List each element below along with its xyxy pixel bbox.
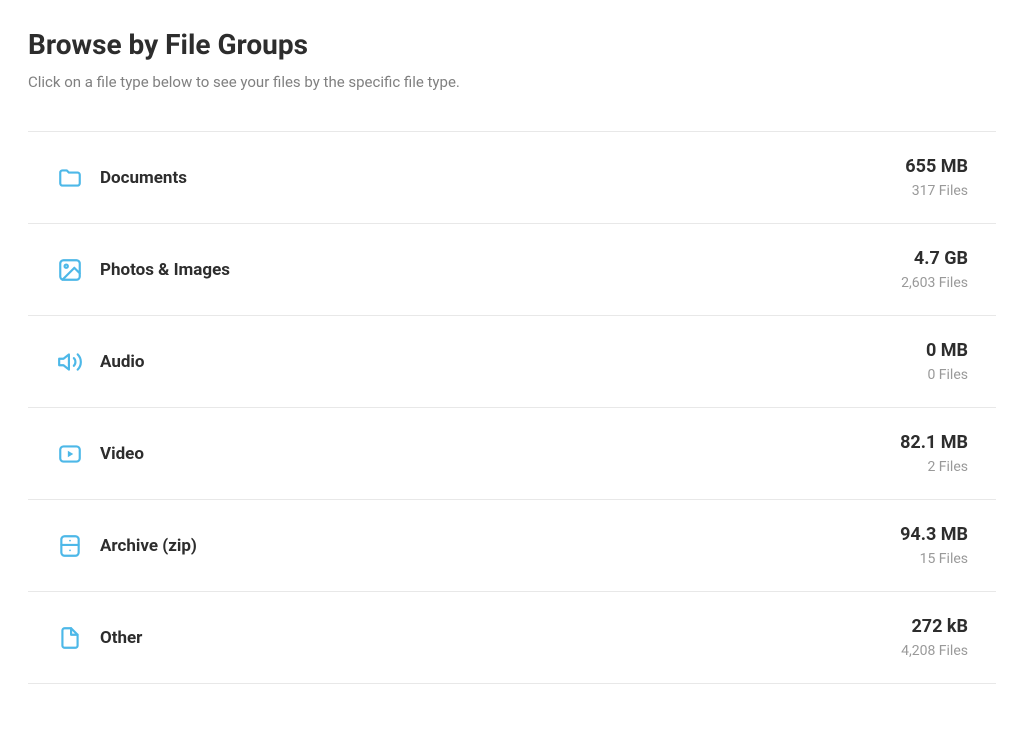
group-stats: 94.3 MB 15 Files xyxy=(900,524,996,567)
group-stats: 4.7 GB 2,603 Files xyxy=(901,248,996,291)
group-label: Documents xyxy=(100,168,905,188)
group-stats: 272 kB 4,208 Files xyxy=(901,616,996,659)
group-stats: 82.1 MB 2 Files xyxy=(900,432,996,475)
image-icon xyxy=(56,256,84,284)
file-groups-list: Documents 655 MB 317 Files Photos & Imag… xyxy=(28,131,996,684)
group-label: Archive (zip) xyxy=(100,536,900,556)
group-size: 0 MB xyxy=(926,340,968,361)
group-count: 0 Files xyxy=(926,367,968,383)
file-group-documents[interactable]: Documents 655 MB 317 Files xyxy=(28,132,996,224)
file-group-archive[interactable]: Archive (zip) 94.3 MB 15 Files xyxy=(28,500,996,592)
group-label: Video xyxy=(100,444,900,464)
group-size: 272 kB xyxy=(901,616,968,637)
folder-icon xyxy=(56,164,84,192)
group-size: 82.1 MB xyxy=(900,432,968,453)
group-count: 2,603 Files xyxy=(901,275,968,291)
group-count: 15 Files xyxy=(900,551,968,567)
file-group-other[interactable]: Other 272 kB 4,208 Files xyxy=(28,592,996,684)
page-title: Browse by File Groups xyxy=(28,28,996,61)
group-count: 317 Files xyxy=(905,183,968,199)
group-size: 655 MB xyxy=(905,156,968,177)
group-count: 2 Files xyxy=(900,459,968,475)
group-label: Audio xyxy=(100,352,926,372)
page-subtitle: Click on a file type below to see your f… xyxy=(28,73,996,91)
group-size: 94.3 MB xyxy=(900,524,968,545)
file-group-audio[interactable]: Audio 0 MB 0 Files xyxy=(28,316,996,408)
video-icon xyxy=(56,440,84,468)
group-label: Photos & Images xyxy=(100,260,901,280)
file-groups-panel: Browse by File Groups Click on a file ty… xyxy=(28,28,996,684)
archive-icon xyxy=(56,532,84,560)
group-size: 4.7 GB xyxy=(901,248,968,269)
file-group-photos[interactable]: Photos & Images 4.7 GB 2,603 Files xyxy=(28,224,996,316)
file-icon xyxy=(56,624,84,652)
group-label: Other xyxy=(100,628,901,648)
group-stats: 0 MB 0 Files xyxy=(926,340,996,383)
group-stats: 655 MB 317 Files xyxy=(905,156,996,199)
audio-icon xyxy=(56,348,84,376)
group-count: 4,208 Files xyxy=(901,643,968,659)
file-group-video[interactable]: Video 82.1 MB 2 Files xyxy=(28,408,996,500)
